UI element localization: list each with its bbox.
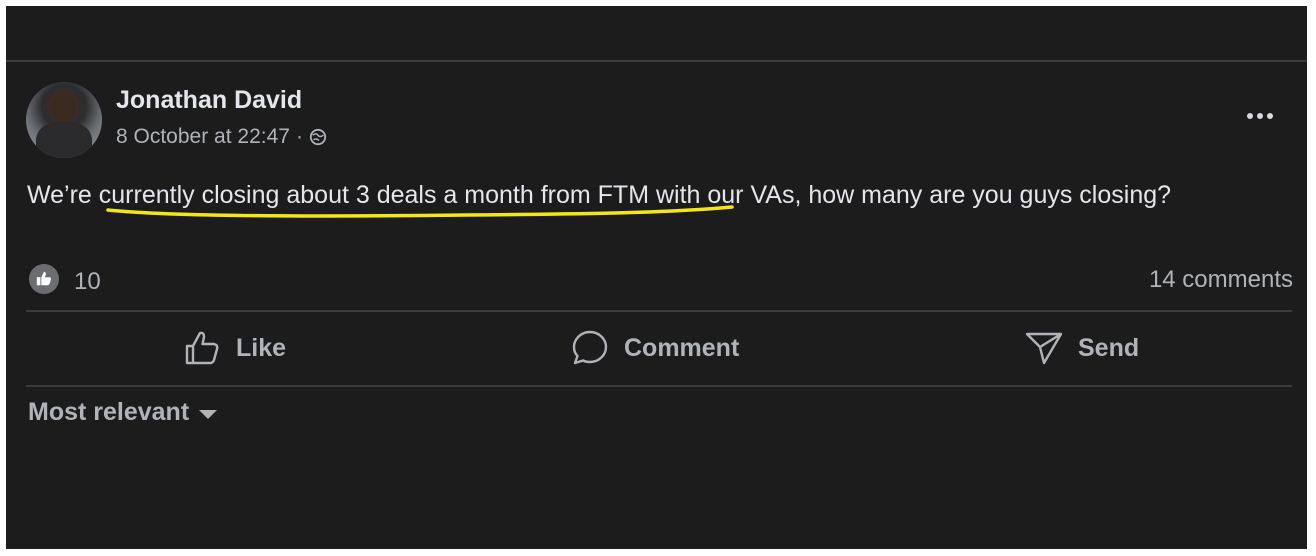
post-meta: 8 October at 22:47 · [116, 125, 327, 149]
meta-separator: · [295, 125, 303, 148]
send-button[interactable]: Send [1024, 326, 1139, 370]
comment-icon [572, 330, 608, 365]
like-reaction-badge[interactable] [29, 264, 59, 294]
globe-icon[interactable] [309, 128, 327, 146]
avatar[interactable] [26, 82, 102, 158]
reaction-count[interactable]: 10 [74, 268, 101, 296]
post-text-start: We’re [27, 181, 99, 209]
more-dot-icon [1267, 113, 1273, 119]
more-dot-icon [1247, 113, 1253, 119]
divider [26, 385, 1292, 387]
caret-down-icon [199, 410, 218, 419]
like-label: Like [236, 333, 287, 362]
highlight-underline [106, 205, 734, 218]
more-dot-icon [1257, 113, 1263, 119]
send-label: Send [1078, 333, 1140, 362]
top-divider [6, 60, 1307, 62]
author-name[interactable]: Jonathan David [116, 86, 302, 115]
divider [26, 310, 1292, 312]
comment-label: Comment [624, 333, 740, 362]
post-timestamp[interactable]: 8 October at 22:47 [116, 125, 290, 149]
send-icon [1025, 332, 1063, 365]
comment-button[interactable]: Comment [570, 326, 739, 370]
avatar-body [36, 122, 92, 158]
avatar-head [52, 92, 76, 122]
comments-sort-dropdown[interactable]: Most relevant [28, 398, 218, 427]
comments-count-link[interactable]: 14 comments [1149, 266, 1293, 294]
like-button[interactable]: Like [182, 326, 286, 370]
sort-label: Most relevant [28, 398, 190, 426]
thumbs-up-icon [185, 331, 219, 365]
thumbs-up-icon [36, 271, 51, 286]
more-options-button[interactable] [1242, 106, 1278, 126]
post-card: Jonathan David 8 October at 22:47 · We’r… [6, 6, 1307, 549]
